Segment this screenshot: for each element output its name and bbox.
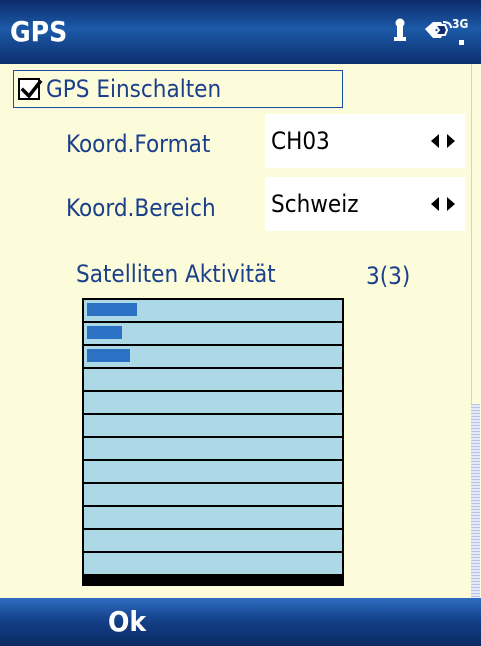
arrow-left-icon[interactable] <box>431 197 439 211</box>
app-title: GPS <box>10 15 68 48</box>
status-icons: 3G <box>393 14 469 50</box>
satellite-bar-row <box>84 438 342 459</box>
satellite-bar-row <box>84 484 342 505</box>
data-connection-3g-icon[interactable]: 3G <box>421 14 469 50</box>
koord-bereich-value: Schweiz <box>271 190 359 218</box>
koord-format-label: Koord.Format <box>66 130 211 158</box>
koord-bereich-select[interactable]: Schweiz <box>265 177 465 231</box>
satellite-bar-row <box>84 323 342 344</box>
satellite-bar-row <box>84 461 342 482</box>
satellite-signal-fill <box>87 349 130 362</box>
gps-settings-panel: GPS Einschalten Koord.Format CH03 Koord.… <box>0 64 470 598</box>
gps-enable-checkbox-row[interactable]: GPS Einschalten <box>13 70 343 108</box>
satellite-bar-row <box>84 415 342 436</box>
satellite-bar-row <box>84 553 342 574</box>
vertical-scrollbar[interactable] <box>470 64 481 598</box>
gps-enable-checkbox[interactable] <box>18 78 43 100</box>
arrow-right-icon[interactable] <box>447 134 455 148</box>
checkmark-icon <box>20 79 43 99</box>
satellite-signal-fill <box>87 303 137 316</box>
satellite-count: 3(3) <box>366 262 411 290</box>
satellite-bar-row <box>84 369 342 390</box>
satellite-bar-row <box>84 346 342 367</box>
koord-format-value: CH03 <box>271 127 330 155</box>
satellite-bar-row <box>84 507 342 528</box>
softkey-bar: Ok <box>0 598 481 646</box>
koord-format-select[interactable]: CH03 <box>265 114 465 168</box>
ok-softkey[interactable]: Ok <box>108 602 146 642</box>
signal-strength-icon[interactable] <box>393 14 407 44</box>
satellite-signal-fill <box>87 326 122 339</box>
gps-enable-label: GPS Einschalten <box>46 75 222 103</box>
satellite-bar-row <box>84 392 342 413</box>
arrow-left-icon[interactable] <box>431 134 439 148</box>
3g-badge-text: 3G <box>452 17 469 31</box>
satellite-bar-row <box>84 300 342 321</box>
satellite-activity-label: Satelliten Aktivität <box>76 260 276 288</box>
satellite-activity-bars <box>82 298 344 586</box>
koord-bereich-label: Koord.Bereich <box>66 194 216 222</box>
scrollbar-thumb[interactable] <box>471 64 481 404</box>
arrow-right-icon[interactable] <box>447 197 455 211</box>
scrollbar-track[interactable] <box>471 404 480 598</box>
title-bar: GPS 3G <box>0 0 481 64</box>
satellite-bar-row <box>84 530 342 551</box>
